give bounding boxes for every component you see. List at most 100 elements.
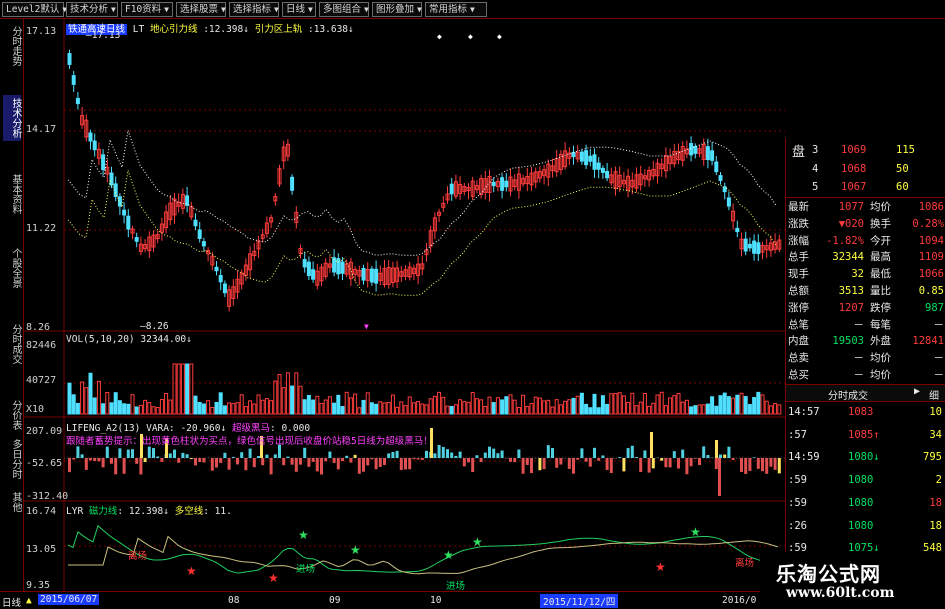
toolbar-period-button[interactable]: 日线 ▼ xyxy=(282,2,316,17)
toolbar-select-stock-button[interactable]: 选择股票 ▼ xyxy=(176,2,226,17)
volume-bar xyxy=(584,403,589,415)
trade-volume: 18 xyxy=(929,496,942,509)
volume-bar xyxy=(390,394,395,415)
y-label-lifeng-high: 207.09 xyxy=(26,426,63,437)
y-label-vol-high: 82446 xyxy=(26,340,57,351)
lifeng-bar xyxy=(454,455,458,458)
volume-bar xyxy=(605,403,610,415)
volume-bar xyxy=(474,398,479,415)
toolbar-label: 选择股票 xyxy=(180,4,219,15)
magnetic-line xyxy=(67,524,779,574)
volume-bar xyxy=(466,401,471,415)
month-label: 09 xyxy=(329,595,341,606)
trade-price: 1080 xyxy=(848,474,874,487)
volume-bar xyxy=(227,402,232,415)
quote-value: 19503 xyxy=(832,335,864,348)
quote-label: 最低 xyxy=(870,268,891,281)
quote-row: 最新 1077 均价 1086 xyxy=(786,199,945,215)
lifeng-bar xyxy=(437,444,441,458)
toolbar-f10-button[interactable]: F10资料 ▼ xyxy=(121,2,173,17)
lifeng-bar xyxy=(731,458,735,461)
lifeng-bar xyxy=(80,454,84,458)
volume-bar xyxy=(617,392,622,415)
candle-body xyxy=(743,238,748,252)
lifeng-bar xyxy=(126,449,130,458)
quote-label: 总卖 xyxy=(788,352,809,365)
candle-body xyxy=(689,143,694,156)
lifeng-bar xyxy=(479,458,483,463)
quote-label: 总笔 xyxy=(788,318,809,331)
vol-legend-value: 32344.00 xyxy=(140,334,187,345)
trade-volume: 10 xyxy=(929,406,942,418)
lifeng-bar xyxy=(105,446,109,458)
toolbar-common-indicator-button[interactable]: 常用指标 ▼ xyxy=(425,2,487,17)
trades-header: 分时成交 ▶ 细 xyxy=(786,384,945,402)
volume-bar xyxy=(529,403,534,415)
volume-bar xyxy=(273,380,278,415)
lifeng-bar xyxy=(609,458,613,474)
toolbar-overlay-button[interactable]: 图形叠加 ▼ xyxy=(372,2,422,17)
quote-value: ▼020 xyxy=(838,217,864,230)
lifeng-bar xyxy=(622,458,626,472)
candle-body xyxy=(726,197,731,207)
lifeng-bar xyxy=(761,458,764,472)
quote-value: 1207 xyxy=(838,301,864,314)
candle-body xyxy=(197,229,202,239)
candle-body xyxy=(361,268,366,281)
low-mark: —8.26 xyxy=(140,321,169,332)
toolbar-level2-button[interactable]: Level2默认 ▼ xyxy=(2,2,67,17)
trade-price: 1080↓ xyxy=(848,451,880,464)
quote-row: 涨幅 -1.82% 今开 1094 xyxy=(786,233,945,249)
candle-body xyxy=(491,181,496,187)
volume-bar xyxy=(180,363,185,415)
month-label: 08 xyxy=(228,595,240,606)
lifeng-bar xyxy=(395,450,399,458)
exit-annotation-1: 离场 xyxy=(128,551,148,562)
lifeng-bar xyxy=(194,458,197,466)
toolbar-select-indicator-button[interactable]: 选择指标 ▼ xyxy=(229,2,279,17)
volume-bar xyxy=(647,405,652,415)
candle-body xyxy=(369,268,374,283)
toolbar-multi-chart-button[interactable]: 多图组合 ▼ xyxy=(319,2,369,17)
candle-body xyxy=(752,240,757,254)
detail-button[interactable]: 细 xyxy=(929,387,939,402)
y-label-lifeng-low: -312.40 xyxy=(26,491,69,502)
y-label-lifeng-mid: -52.65 xyxy=(26,458,63,469)
lifeng-bar xyxy=(378,458,382,468)
lifeng-bar xyxy=(122,458,126,474)
lifeng-bar xyxy=(173,449,176,458)
diamond-marker-icon: ◆ xyxy=(437,32,442,41)
volume-bar xyxy=(256,394,261,415)
quote-row: 总笔 － 每笔 － xyxy=(786,317,945,333)
toolbar-tech-analysis-button[interactable]: 技术分析 ▼ xyxy=(66,2,118,17)
expand-icon[interactable]: ▶ xyxy=(914,386,920,397)
y-label-ema-low: 9.35 xyxy=(26,580,51,591)
volume-bar xyxy=(67,382,72,415)
y-label-ema-mid: 13.05 xyxy=(26,544,57,555)
lifeng-bar xyxy=(76,446,80,458)
lifeng-bar xyxy=(408,458,412,470)
volume-bar xyxy=(714,405,719,415)
volume-bar xyxy=(768,405,773,415)
candle-body xyxy=(588,155,593,162)
volume-bar xyxy=(621,395,626,415)
volume-bar xyxy=(176,363,181,415)
lifeng-bar xyxy=(593,447,596,458)
lifeng-bar xyxy=(664,458,668,468)
lifeng-bar xyxy=(698,458,701,466)
period-label[interactable]: 日线 xyxy=(2,595,21,609)
ask-row: 4 1068 50 xyxy=(812,163,909,175)
volume-bar xyxy=(172,363,177,415)
lifeng-bar xyxy=(294,458,298,472)
volume-bar xyxy=(693,405,698,415)
candle-body xyxy=(75,97,80,105)
lifeng-bar xyxy=(685,458,689,475)
quote-label: 外盘 xyxy=(870,335,891,348)
volume-bar xyxy=(357,407,362,415)
period-triangle-icon[interactable]: ▲ xyxy=(26,595,32,606)
lifeng-bar xyxy=(139,458,143,475)
lifeng-bar xyxy=(450,452,454,458)
quote-label: 总手 xyxy=(788,251,809,264)
candle-body xyxy=(705,146,710,161)
volume-bar xyxy=(290,385,295,415)
